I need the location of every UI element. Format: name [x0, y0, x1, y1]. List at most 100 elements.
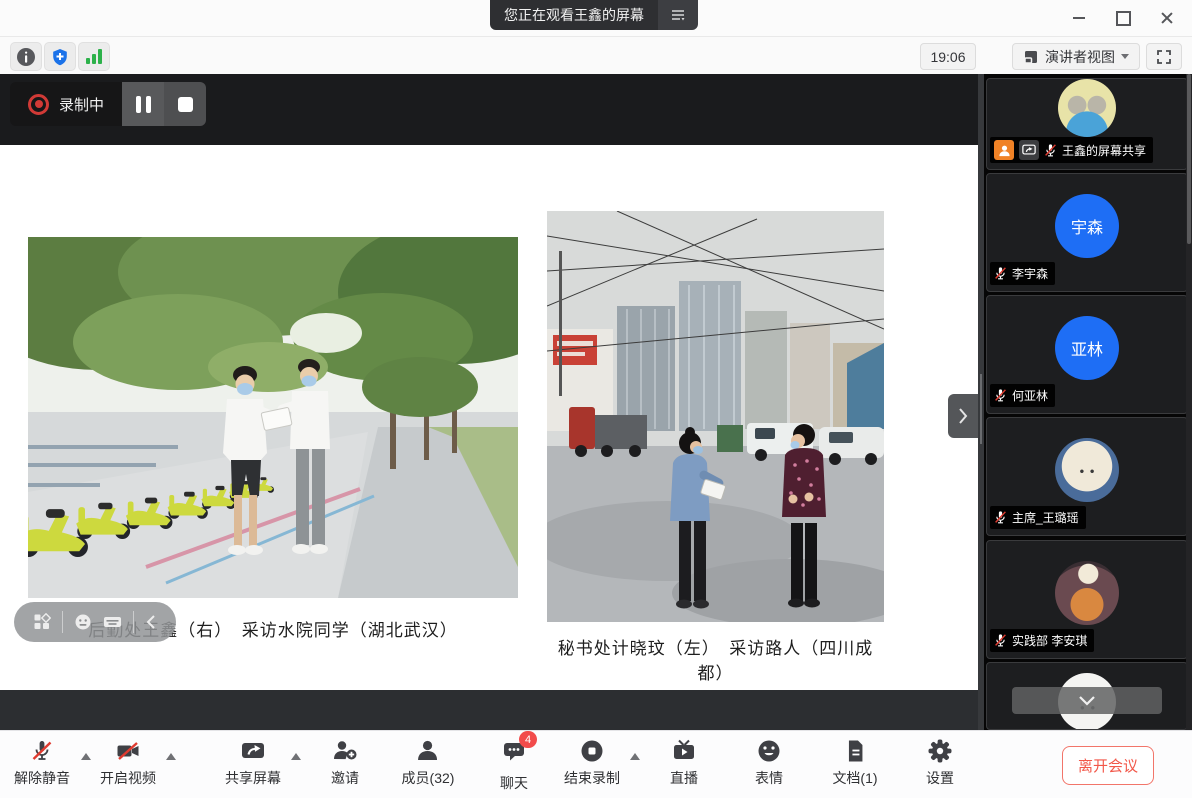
- participant-name: 李宇森: [1012, 265, 1048, 282]
- annotation-divider: [62, 611, 63, 633]
- video-options-caret[interactable]: [166, 753, 176, 760]
- chat-label: 聊天: [500, 773, 528, 793]
- participant-name-tag: 何亚林: [990, 384, 1055, 407]
- avatar: 亚林: [1055, 316, 1119, 380]
- chevron-down-icon: [1078, 695, 1096, 707]
- sidebar-collapse-tab[interactable]: [948, 394, 978, 438]
- participant-name: 何亚林: [1012, 387, 1048, 404]
- street-photo-graphic: [28, 237, 518, 598]
- emoji-icon: [756, 738, 782, 764]
- photo-interview-street: [28, 237, 518, 598]
- muted-mic-icon: [994, 510, 1007, 525]
- maximize-button[interactable]: [1108, 4, 1138, 32]
- live-label: 直播: [670, 768, 698, 788]
- titlebar: 您正在观看王鑫的屏幕: [0, 0, 1192, 37]
- close-button[interactable]: [1152, 4, 1182, 32]
- leave-meeting-button[interactable]: 离开会议: [1062, 746, 1154, 785]
- hamburger-icon: [671, 9, 685, 21]
- chat-button[interactable]: 4 聊天: [500, 738, 528, 793]
- settings-button[interactable]: 设置: [926, 738, 954, 788]
- participant-name-tag: 王鑫的屏幕共享: [990, 137, 1153, 163]
- collapse-pill-chevron-icon[interactable]: [145, 614, 157, 630]
- share-screen-label: 共享屏幕: [225, 768, 281, 788]
- participant-name: 王鑫的屏幕共享: [1062, 142, 1146, 159]
- start-video-button[interactable]: 开启视频: [100, 738, 156, 788]
- close-icon: [1161, 12, 1173, 24]
- participant-name-tag: 实践部 李安琪: [990, 629, 1094, 652]
- participant-tile[interactable]: 宇森 李宇森: [986, 173, 1188, 292]
- window-controls: [1064, 0, 1182, 36]
- scroll-down-button[interactable]: [1012, 687, 1162, 714]
- docs-label: 文档(1): [832, 768, 877, 788]
- muted-mic-icon: [1044, 143, 1057, 158]
- live-button[interactable]: 直播: [670, 738, 698, 788]
- unmute-label: 解除静音: [14, 768, 70, 788]
- participant-tile-partial[interactable]: [986, 662, 1188, 730]
- annotation-divider: [133, 611, 134, 633]
- top-toolbar: 19:06 演讲者视图: [0, 37, 1192, 75]
- stop-recording-button[interactable]: [164, 82, 206, 126]
- network-signal-icon: [85, 48, 103, 65]
- caption-keyboard-icon[interactable]: [103, 613, 122, 631]
- emoji-reaction-icon[interactable]: [74, 613, 92, 631]
- active-speaker-icon: [994, 140, 1014, 160]
- meeting-toolbar: 解除静音 开启视频 共享屏幕: [0, 730, 1192, 798]
- view-mode-label: 演讲者视图: [1045, 47, 1115, 67]
- avatar: [1058, 79, 1116, 137]
- watching-label: 您正在观看王鑫的屏幕: [490, 0, 658, 30]
- invite-button[interactable]: 邀请: [331, 738, 359, 788]
- recording-status: 录制中: [10, 82, 122, 126]
- recording-label: 录制中: [59, 94, 104, 115]
- pause-recording-button[interactable]: [122, 82, 164, 126]
- participant-name-tag: 李宇森: [990, 262, 1055, 285]
- record-dot-icon: [28, 94, 49, 115]
- participant-tile[interactable]: 亚林 何亚林: [986, 295, 1188, 414]
- view-mode-button[interactable]: 演讲者视图: [1012, 43, 1140, 70]
- minimize-button[interactable]: [1064, 4, 1094, 32]
- unmute-options-caret[interactable]: [81, 753, 91, 760]
- parking-photo-graphic: [547, 211, 884, 622]
- recording-options-caret[interactable]: [630, 753, 640, 760]
- share-screen-button[interactable]: 共享屏幕: [225, 738, 281, 788]
- chat-unread-badge: 4: [519, 731, 537, 748]
- security-button[interactable]: [44, 42, 76, 71]
- meeting-clock: 19:06: [920, 43, 976, 70]
- emoji-label: 表情: [755, 768, 783, 788]
- fullscreen-icon: [1156, 49, 1172, 65]
- info-icon: [16, 47, 36, 67]
- participant-name: 实践部 李安琪: [1012, 632, 1087, 649]
- muted-mic-icon: [994, 266, 1007, 281]
- docs-button[interactable]: 文档(1): [832, 738, 877, 788]
- members-button[interactable]: 成员(32): [402, 738, 455, 788]
- microphone-muted-icon: [29, 738, 55, 764]
- invite-label: 邀请: [331, 768, 359, 788]
- document-icon: [842, 738, 868, 764]
- participant-tile[interactable]: 实践部 李安琪: [986, 540, 1188, 659]
- settings-label: 设置: [926, 768, 954, 788]
- shapes-icon[interactable]: [33, 613, 51, 631]
- screen-sharing-icon: [1019, 140, 1039, 160]
- avatar: 宇森: [1055, 194, 1119, 258]
- end-recording-label: 结束录制: [564, 768, 620, 788]
- network-quality-button[interactable]: [78, 42, 110, 71]
- emoji-button[interactable]: 表情: [755, 738, 783, 788]
- end-recording-button[interactable]: 结束录制: [564, 738, 620, 788]
- security-shield-icon: [51, 48, 69, 66]
- right-photo-caption: 秘书处计晓玟（左） 采访路人（四川成都）: [547, 634, 884, 684]
- unmute-button[interactable]: 解除静音: [14, 738, 70, 788]
- start-video-label: 开启视频: [100, 768, 156, 788]
- fullscreen-button[interactable]: [1146, 43, 1182, 70]
- participant-tile-sharer[interactable]: 王鑫的屏幕共享: [986, 78, 1188, 170]
- meeting-info-button[interactable]: [10, 42, 42, 71]
- live-tv-icon: [671, 738, 697, 764]
- participant-tile[interactable]: 主席_王璐瑶: [986, 417, 1188, 536]
- banner-menu-button[interactable]: [658, 0, 698, 30]
- share-options-caret[interactable]: [291, 753, 301, 760]
- sidebar-scrollbar[interactable]: [1186, 74, 1192, 730]
- participants-sidebar: 王鑫的屏幕共享 宇森 李宇森 亚林 何亚林: [984, 74, 1192, 730]
- watching-banner: 您正在观看王鑫的屏幕: [490, 0, 698, 30]
- participant-name: 主席_王璐瑶: [1012, 509, 1079, 526]
- photo-interview-parking-lot: [547, 211, 884, 622]
- participant-name-tag: 主席_王璐瑶: [990, 506, 1086, 529]
- pause-icon: [136, 96, 151, 113]
